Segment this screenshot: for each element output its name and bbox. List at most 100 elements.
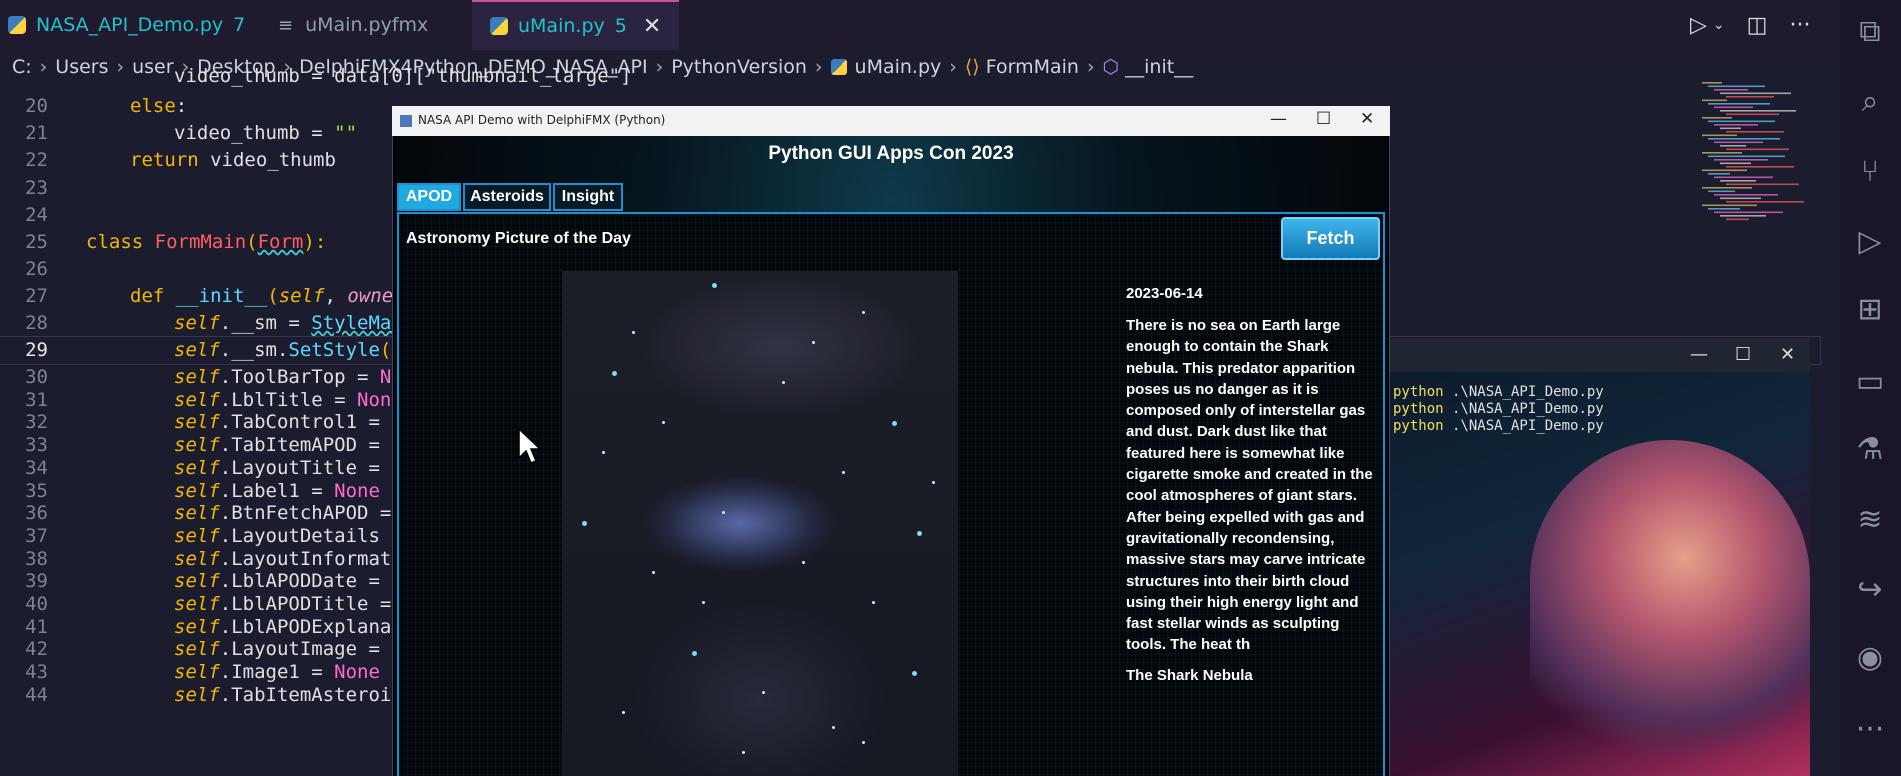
minimap-line bbox=[1708, 103, 1770, 105]
star bbox=[712, 283, 717, 288]
code-line: video_thumb = data[0]["thumbnail_large"] bbox=[174, 65, 632, 87]
star bbox=[862, 311, 865, 314]
minimap-line bbox=[1720, 127, 1741, 130]
tab-umain-py[interactable]: uMain.py 5 ✕ bbox=[472, 0, 680, 50]
github-icon[interactable]: ◉ bbox=[1850, 638, 1890, 678]
minimap-line bbox=[1714, 124, 1758, 126]
extensions-icon[interactable]: ⊞ bbox=[1850, 290, 1890, 330]
minimap-line bbox=[1720, 215, 1766, 217]
star bbox=[632, 331, 635, 334]
maximize-icon[interactable]: ☐ bbox=[1316, 109, 1331, 129]
maximize-icon[interactable]: ☐ bbox=[1735, 344, 1751, 365]
star bbox=[622, 711, 625, 714]
minimap-line bbox=[1714, 159, 1768, 161]
docker-icon[interactable]: ≋ bbox=[1850, 500, 1890, 540]
app-icon bbox=[400, 115, 412, 127]
remote-explorer-icon[interactable]: ▭ bbox=[1850, 362, 1890, 402]
minimize-icon[interactable]: — bbox=[1690, 344, 1708, 365]
close-icon[interactable]: ✕ bbox=[1360, 109, 1374, 129]
minimap-line bbox=[1726, 201, 1804, 203]
lines-icon: ≡ bbox=[278, 14, 294, 36]
minimap-line bbox=[1726, 166, 1794, 168]
editor-tab-bar: NASA_API_Demo.py 7 ≡ uMain.pyfmx uMain.p… bbox=[0, 0, 1840, 50]
minimap-line bbox=[1708, 155, 1785, 158]
minimap[interactable] bbox=[1700, 80, 1820, 240]
star bbox=[782, 381, 785, 384]
minimap-line bbox=[1720, 197, 1761, 200]
tab-label: uMain.py bbox=[518, 15, 605, 37]
minimap-line bbox=[1702, 169, 1747, 172]
minimap-line bbox=[1726, 113, 1779, 116]
live-share-icon[interactable]: ↪ bbox=[1850, 570, 1890, 610]
more-icon[interactable]: ··· bbox=[1850, 710, 1890, 750]
star bbox=[912, 671, 917, 676]
minimap-line bbox=[1714, 141, 1763, 144]
minimap-line bbox=[1720, 92, 1791, 95]
source-control-icon[interactable]: ⑂ bbox=[1850, 152, 1890, 192]
star bbox=[662, 421, 665, 424]
star bbox=[742, 751, 745, 754]
minimap-line bbox=[1708, 138, 1780, 140]
app-window-title: NASA API Demo with DelphiFMX (Python) bbox=[418, 113, 666, 127]
close-icon[interactable]: ✕ bbox=[1780, 344, 1795, 365]
tab-insight[interactable]: Insight bbox=[553, 183, 623, 211]
activity-bar: ⧉ ⌕ ⑂ ▷ ⊞ ▭ ⚗ ≋ ↪ ◉ ··· bbox=[1840, 0, 1901, 776]
wallpaper-portrait bbox=[1530, 440, 1810, 776]
minimap-line bbox=[1720, 180, 1756, 182]
star bbox=[692, 651, 697, 656]
minimap-line bbox=[1726, 131, 1784, 133]
fetch-button[interactable]: Fetch bbox=[1281, 217, 1380, 260]
apod-date: 2023-06-14 bbox=[1126, 285, 1203, 302]
minimap-line bbox=[1720, 162, 1751, 165]
minimize-icon[interactable]: — bbox=[1270, 109, 1287, 129]
tab-umain-pyfmx[interactable]: ≡ uMain.pyfmx bbox=[278, 0, 428, 50]
mouse-pointer-icon bbox=[518, 428, 542, 464]
minimap-line bbox=[1702, 152, 1742, 154]
star bbox=[872, 601, 875, 604]
apod-explanation: There is no sea on Earth large enough to… bbox=[1126, 317, 1373, 654]
python-icon bbox=[490, 17, 508, 35]
minimap-line bbox=[1714, 106, 1753, 109]
run-icon[interactable]: ▷ bbox=[1690, 13, 1707, 38]
apod-title: The Shark Nebula bbox=[1126, 667, 1253, 684]
star bbox=[582, 521, 587, 526]
minimap-line bbox=[1702, 99, 1727, 102]
minimap-line bbox=[1714, 89, 1748, 91]
app-titlebar: NASA API Demo with DelphiFMX (Python) — … bbox=[392, 106, 1390, 136]
minimap-line bbox=[1726, 96, 1774, 98]
star bbox=[842, 471, 845, 474]
star bbox=[812, 341, 815, 344]
star bbox=[917, 531, 922, 536]
star bbox=[612, 371, 617, 376]
tab-asteroids[interactable]: Asteroids bbox=[463, 183, 551, 211]
star bbox=[722, 511, 725, 514]
split-editor-icon[interactable]: ◫ bbox=[1747, 13, 1768, 38]
close-icon[interactable]: ✕ bbox=[643, 14, 661, 39]
more-icon[interactable]: ··· bbox=[1789, 13, 1810, 38]
python-icon bbox=[8, 16, 26, 34]
minimap-line bbox=[1702, 204, 1757, 207]
run-debug-icon[interactable]: ▷ bbox=[1850, 222, 1890, 262]
terminal-line: python .\NASA_API_Demo.py bbox=[1393, 418, 1604, 434]
minimap-line bbox=[1714, 194, 1778, 196]
terminal-line: python .\NASA_API_Demo.py bbox=[1393, 384, 1604, 400]
minimap-line bbox=[1702, 82, 1722, 84]
minimap-line bbox=[1708, 120, 1775, 123]
star bbox=[702, 601, 705, 604]
star bbox=[802, 561, 805, 564]
explorer-icon[interactable]: ⧉ bbox=[1850, 12, 1890, 52]
minimap-line bbox=[1702, 134, 1737, 137]
minimap-line bbox=[1708, 190, 1735, 193]
tab-nasa-api-demo[interactable]: NASA_API_Demo.py 7 bbox=[8, 0, 245, 50]
tab-label: uMain.pyfmx bbox=[305, 14, 429, 36]
minimap-line bbox=[1720, 110, 1796, 112]
minimap-line bbox=[1708, 85, 1765, 88]
star bbox=[652, 571, 655, 574]
tab-apod[interactable]: APOD bbox=[397, 183, 461, 211]
minimap-line bbox=[1708, 173, 1730, 175]
testing-icon[interactable]: ⚗ bbox=[1850, 430, 1890, 470]
minimap-line bbox=[1702, 117, 1732, 119]
star bbox=[832, 726, 835, 729]
chevron-down-icon[interactable]: ⌄ bbox=[1713, 17, 1725, 33]
search-icon[interactable]: ⌕ bbox=[1850, 82, 1890, 122]
